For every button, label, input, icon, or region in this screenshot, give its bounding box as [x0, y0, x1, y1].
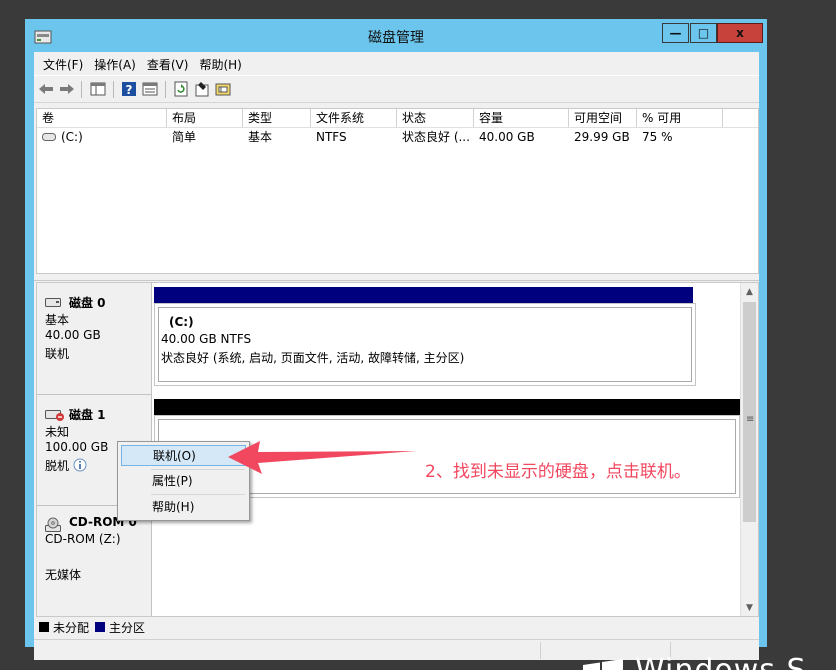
rescan-disks-icon[interactable] [215, 81, 231, 97]
status-cell: 状态良好 (... [402, 130, 470, 144]
legend: 未分配 主分区 [36, 618, 762, 636]
table-row[interactable]: (C:) 简单 基本 NTFS 状态良好 (... 40.00 GB 29.99… [37, 128, 758, 146]
title-bar[interactable]: 磁盘管理 — □ x [25, 19, 767, 52]
cdrom-icon [45, 517, 61, 532]
scroll-down-arrow-icon[interactable]: ▼ [741, 599, 758, 616]
free-space-cell: 29.99 GB [574, 130, 630, 144]
client-area: 文件(F) 操作(A) 查看(V) 帮助(H) ? 卷 布局 类型 文件系统 状… [34, 52, 762, 660]
minimize-button[interactable]: — [662, 23, 689, 43]
toolbar-separator [165, 81, 166, 98]
windows-logo-icon [583, 659, 623, 670]
column-header-type[interactable]: 类型 [243, 109, 311, 127]
legend-unallocated-label: 未分配 [53, 620, 90, 635]
offline-disk-icon [45, 410, 64, 421]
menu-separator [151, 494, 245, 495]
disk-icon [45, 298, 61, 307]
info-icon[interactable] [73, 458, 87, 472]
minimize-icon: — [669, 26, 682, 40]
primary-partition-swatch [95, 622, 106, 632]
disk-0-name: 磁盘 0 [69, 296, 106, 310]
maximize-button[interactable]: □ [690, 23, 717, 43]
percent-free-cell: 75 % [642, 130, 673, 144]
svg-text:?: ? [126, 83, 133, 97]
partition-header-bar [154, 287, 693, 303]
pane-splitter[interactable] [34, 274, 759, 281]
column-header-free-space[interactable]: 可用空间 [569, 109, 637, 127]
menu-help[interactable]: 帮助(H) [195, 52, 246, 74]
legend-primary-label: 主分区 [109, 620, 146, 635]
toolbar: ? [34, 75, 759, 103]
column-header-volume[interactable]: 卷 [37, 109, 167, 127]
type-cell: 基本 [248, 130, 273, 144]
toolbar-separator [81, 81, 82, 98]
disk-0-type: 基本 [45, 313, 70, 327]
unallocated-swatch [39, 622, 49, 632]
annotation-arrow-icon [228, 441, 416, 474]
toolbar-separator [113, 81, 114, 98]
menu-file[interactable]: 文件(F) [39, 52, 88, 74]
partition-c-size: 40.00 GB NTFS [161, 332, 252, 346]
disk-1-size: 100.00 GB [45, 440, 109, 454]
back-arrow-icon[interactable] [38, 81, 54, 97]
partition-c-title: (C:) [169, 315, 194, 329]
thumb-grip-icon: ≡ [746, 414, 755, 425]
forward-arrow-icon[interactable] [59, 81, 75, 97]
column-header-capacity[interactable]: 容量 [474, 109, 569, 127]
scrollbar-thumb[interactable]: ≡ [743, 302, 756, 522]
graph-view-scrollbar[interactable]: ▲ ≡ ▼ [740, 283, 758, 616]
windows-branding: Windows S [580, 655, 836, 670]
disk-0-status: 联机 [45, 347, 70, 361]
column-header-layout[interactable]: 布局 [167, 109, 243, 127]
cdrom-0-drive: CD-ROM (Z:) [45, 532, 121, 546]
volume-list-header: 卷 布局 类型 文件系统 状态 容量 可用空间 % 可用 [37, 109, 758, 128]
partition-c-status: 状态良好 (系统, 启动, 页面文件, 活动, 故障转储, 主分区) [161, 351, 465, 365]
window-title: 磁盘管理 [368, 30, 424, 46]
help-icon[interactable]: ? [121, 81, 137, 97]
show-hide-console-tree-icon[interactable] [90, 81, 106, 97]
column-header-filesystem[interactable]: 文件系统 [311, 109, 397, 127]
close-button[interactable]: x [717, 23, 763, 43]
unallocated-header-bar [154, 399, 740, 415]
layout-cell: 简单 [172, 130, 197, 144]
partition-c[interactable]: (C:) 40.00 GB NTFS 状态良好 (系统, 启动, 页面文件, 活… [154, 303, 696, 386]
disk-1-status: 脱机 [45, 459, 70, 473]
close-icon: x [736, 26, 744, 40]
menu-action[interactable]: 操作(A) [90, 52, 141, 74]
disk-1-name: 磁盘 1 [69, 408, 106, 422]
annotation-text: 2、找到未显示的硬盘，点击联机。 [425, 462, 691, 482]
column-header-status[interactable]: 状态 [397, 109, 474, 127]
menu-view[interactable]: 查看(V) [143, 52, 194, 74]
column-header-percent-free[interactable]: % 可用 [637, 109, 723, 127]
export-list-icon[interactable] [142, 81, 158, 97]
capacity-cell: 40.00 GB [479, 130, 535, 144]
drive-icon [42, 133, 56, 141]
cdrom-0-label[interactable]: CD-ROM 0 CD-ROM (Z:) 无媒体 [37, 506, 152, 616]
disk-1-type: 未知 [45, 425, 70, 439]
refresh-icon[interactable] [173, 81, 189, 97]
disk-0-size: 40.00 GB [45, 328, 101, 342]
windows-branding-text: Windows S [635, 655, 807, 670]
disk-0-label[interactable]: 磁盘 0 基本 40.00 GB 联机 [37, 283, 152, 395]
volume-list: 卷 布局 类型 文件系统 状态 容量 可用空间 % 可用 (C:) 简单 基本 … [36, 108, 759, 274]
scroll-up-arrow-icon[interactable]: ▲ [741, 283, 758, 300]
context-menu-help[interactable]: 帮助(H) [121, 497, 246, 518]
filesystem-cell: NTFS [316, 130, 347, 144]
cdrom-0-media: 无媒体 [45, 568, 82, 582]
volume-name-cell: (C:) [61, 130, 83, 144]
menu-bar: 文件(F) 操作(A) 查看(V) 帮助(H) [34, 52, 764, 74]
properties-icon[interactable] [194, 81, 210, 97]
maximize-icon: □ [697, 26, 710, 40]
disk-management-window: 磁盘管理 — □ x 文件(F) 操作(A) 查看(V) 帮助(H) ? 卷 布… [25, 19, 767, 660]
